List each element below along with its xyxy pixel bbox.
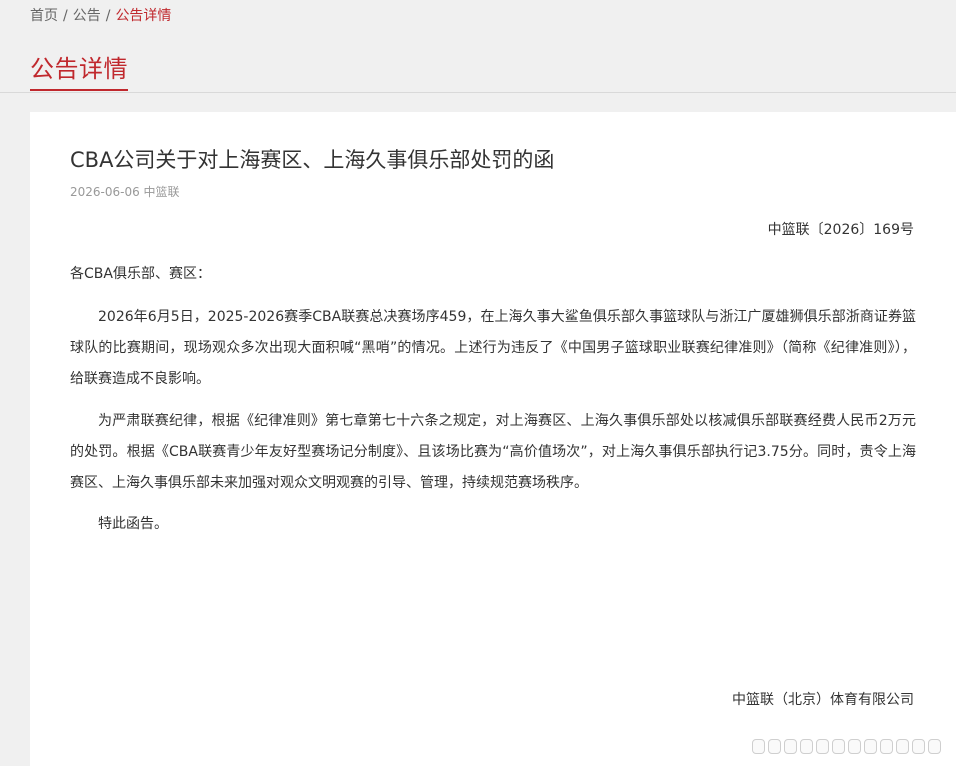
- watermark-bead: [784, 738, 797, 754]
- breadcrumb-home-link[interactable]: 首页: [30, 8, 58, 24]
- watermark-bead: [880, 738, 893, 754]
- breadcrumb-separator: /: [63, 8, 68, 24]
- article-meta: 2026-06-06 中篮联: [70, 185, 180, 199]
- breadcrumb-separator: /: [105, 8, 111, 24]
- watermark-bead: [816, 738, 829, 754]
- watermark-bead: [832, 738, 845, 754]
- watermark-bead: [912, 738, 925, 754]
- document-number: 中篮联〔2026〕169号: [767, 222, 914, 238]
- breadcrumb-current: 公告详情: [115, 8, 172, 24]
- watermark-logo: [752, 734, 941, 758]
- breadcrumb: 首页 / 公告 / 公告详情: [30, 6, 171, 26]
- article-paragraph: 为严肃联赛纪律，根据《纪律准则》第七章第七十六条之规定，对上海赛区、上海久事俱乐…: [70, 413, 916, 491]
- article-card: CBA公司关于对上海赛区、上海久事俱乐部处罚的函 2026-06-06 中篮联 …: [30, 112, 956, 766]
- article-title: CBA公司关于对上海赛区、上海久事俱乐部处罚的函: [70, 148, 555, 172]
- watermark-bead: [848, 738, 861, 754]
- watermark-bead: [768, 738, 781, 754]
- watermark-bead: [800, 738, 813, 754]
- watermark-bead: [928, 738, 941, 754]
- section-title: 公告详情: [30, 53, 128, 91]
- watermark-bead: [896, 738, 909, 754]
- watermark-bead: [864, 738, 877, 754]
- watermark-bead: [752, 738, 765, 754]
- article-paragraph: 特此函告。: [98, 516, 168, 532]
- signature: 中篮联（北京）体育有限公司: [732, 692, 914, 708]
- article-paragraph: 2026年6月5日，2025-2026赛季CBA联赛总决赛场序459，在上海久事…: [70, 309, 916, 387]
- breadcrumb-notices-link[interactable]: 公告: [73, 8, 101, 24]
- section-header: 公告详情: [0, 50, 956, 93]
- salutation: 各CBA俱乐部、赛区：: [70, 266, 211, 282]
